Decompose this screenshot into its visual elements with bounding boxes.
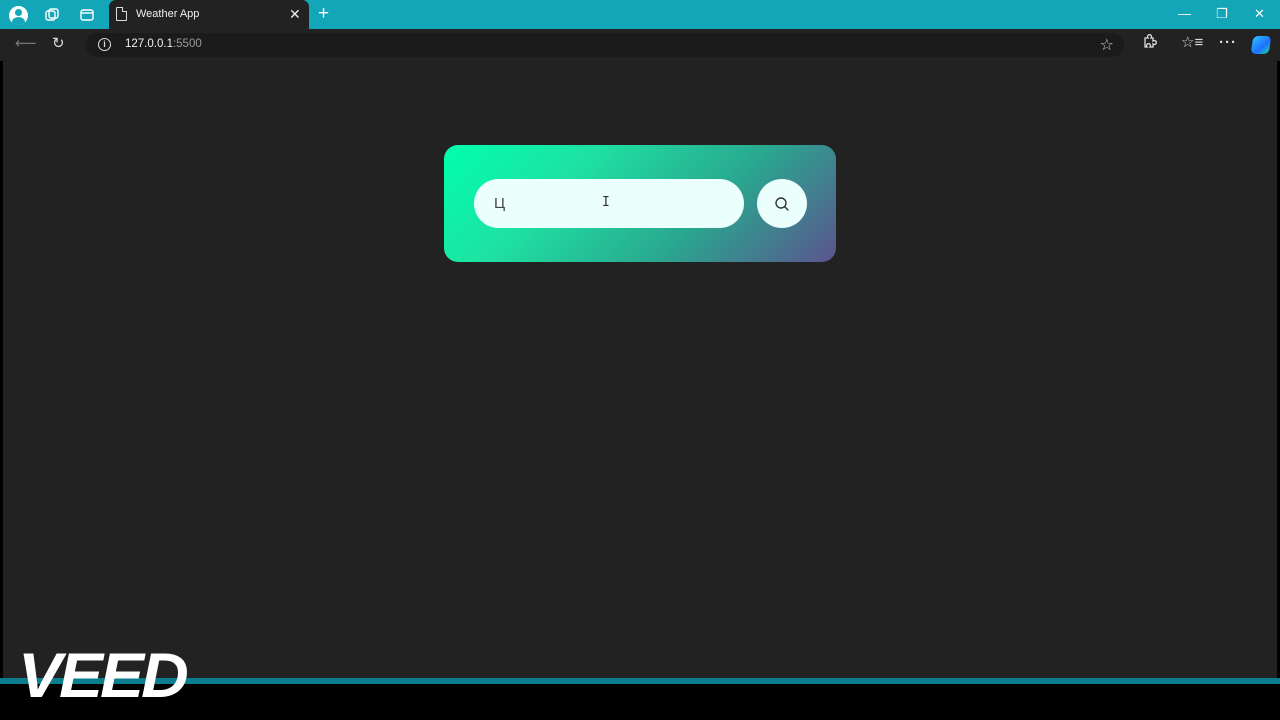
close-tab-icon[interactable]: ✕ — [289, 6, 301, 22]
url-host: 127.0.0.1 — [125, 38, 173, 50]
page-icon — [116, 7, 127, 21]
search-button[interactable] — [757, 179, 807, 228]
favorite-star-icon[interactable]: ☆ — [1100, 35, 1114, 55]
restore-button[interactable]: ❐ — [1216, 6, 1228, 22]
minimize-button[interactable]: — — [1178, 6, 1191, 22]
tab-strip: Weather App ✕ + — ❐ ✕ — [0, 0, 1280, 29]
workspaces-icon[interactable] — [42, 5, 62, 25]
copilot-icon[interactable] — [1250, 36, 1272, 54]
more-icon[interactable]: ··· — [1219, 34, 1237, 52]
new-tab-button[interactable]: + — [318, 4, 329, 24]
browser-toolbar: ⟵ ↻ i 127.0.0.1:5500 ☆ ☆≡ ··· — [0, 29, 1280, 61]
site-info-icon[interactable]: i — [98, 38, 111, 51]
favorites-icon[interactable]: ☆≡ — [1181, 34, 1203, 52]
close-window-button[interactable]: ✕ — [1254, 6, 1265, 22]
tab-actions-icon[interactable] — [77, 5, 97, 25]
page-viewport: I — [3, 61, 1277, 678]
extensions-icon[interactable] — [1141, 34, 1157, 55]
address-bar[interactable]: i 127.0.0.1:5500 ☆ — [85, 33, 1124, 57]
browser-window: Weather App ✕ + — ❐ ✕ ⟵ ↻ i 127.0.0.1:55… — [0, 0, 1280, 720]
tab-weather-app[interactable]: Weather App ✕ — [109, 0, 309, 29]
search-card: I — [444, 145, 836, 262]
back-icon[interactable]: ⟵ — [15, 35, 37, 53]
text-cursor-icon: I — [602, 195, 610, 210]
tab-title: Weather App — [136, 8, 200, 20]
taskbar-edge — [0, 678, 1280, 684]
search-icon — [775, 196, 789, 211]
profile-icon[interactable] — [8, 5, 28, 25]
url-text: 127.0.0.1:5500 — [125, 38, 202, 50]
url-port: :5500 — [172, 38, 202, 50]
reload-icon[interactable]: ↻ — [52, 35, 65, 53]
watermark-logo: VEED — [18, 639, 189, 711]
